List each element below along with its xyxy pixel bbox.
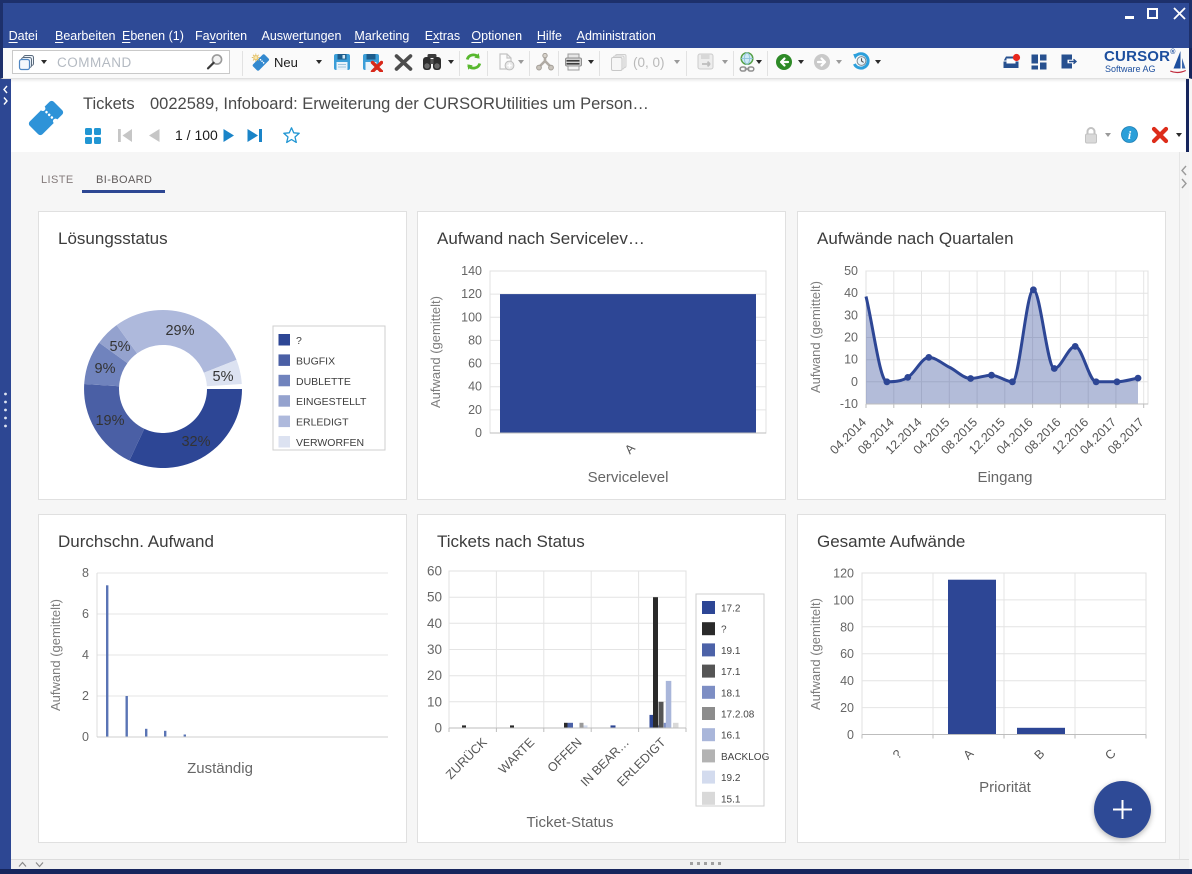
svg-text:30: 30 bbox=[427, 642, 442, 657]
svg-text:Zuständig: Zuständig bbox=[187, 760, 253, 777]
svg-text:40: 40 bbox=[427, 616, 442, 631]
svg-text:100: 100 bbox=[461, 310, 482, 324]
svg-text:A: A bbox=[622, 441, 638, 457]
svg-text:Ticket-Status: Ticket-Status bbox=[527, 814, 614, 831]
svg-text:60: 60 bbox=[840, 647, 854, 661]
svg-text:40: 40 bbox=[840, 674, 854, 688]
svg-text:17.2.08: 17.2.08 bbox=[721, 710, 755, 721]
svg-text:DUBLETTE: DUBLETTE bbox=[296, 376, 351, 388]
svg-text:0: 0 bbox=[434, 721, 442, 736]
svg-text:Aufwand (gemittelt): Aufwand (gemittelt) bbox=[48, 599, 63, 711]
svg-text:4: 4 bbox=[82, 648, 89, 662]
svg-text:Aufwand (gemittelt): Aufwand (gemittelt) bbox=[428, 296, 443, 408]
svg-text:0: 0 bbox=[475, 426, 482, 440]
svg-text:0: 0 bbox=[847, 728, 854, 742]
svg-text:OFFEN: OFFEN bbox=[545, 735, 585, 775]
svg-text:19%: 19% bbox=[95, 413, 124, 429]
svg-text:A: A bbox=[961, 746, 977, 762]
svg-text:20: 20 bbox=[840, 701, 854, 715]
svg-text:Priorität: Priorität bbox=[979, 779, 1032, 796]
svg-text:19.1: 19.1 bbox=[721, 646, 741, 657]
svg-text:140: 140 bbox=[461, 264, 482, 278]
svg-text:-10: -10 bbox=[840, 397, 858, 411]
svg-text:17.1: 17.1 bbox=[721, 667, 741, 678]
svg-text:16.1: 16.1 bbox=[721, 731, 741, 742]
svg-text:10: 10 bbox=[427, 694, 442, 709]
svg-text:9%: 9% bbox=[95, 361, 116, 377]
svg-text:18.1: 18.1 bbox=[721, 688, 741, 699]
svg-text:32%: 32% bbox=[181, 434, 210, 450]
svg-text:15.1: 15.1 bbox=[721, 794, 741, 805]
svg-text:20: 20 bbox=[427, 668, 442, 683]
svg-text:C: C bbox=[1102, 746, 1118, 762]
svg-text:ERLEDIGT: ERLEDIGT bbox=[296, 417, 349, 429]
svg-text:?: ? bbox=[721, 625, 727, 636]
svg-text:Servicelevel: Servicelevel bbox=[588, 469, 669, 486]
svg-text:5%: 5% bbox=[110, 339, 131, 355]
svg-text:8: 8 bbox=[82, 566, 89, 580]
svg-text:Aufwand (gemittelt): Aufwand (gemittelt) bbox=[808, 598, 823, 710]
svg-text:50: 50 bbox=[427, 590, 442, 605]
svg-text:50: 50 bbox=[844, 264, 858, 278]
svg-text:120: 120 bbox=[461, 287, 482, 301]
svg-text:0: 0 bbox=[82, 730, 89, 744]
svg-text:ZURÜCK: ZURÜCK bbox=[443, 735, 490, 782]
svg-text:BACKLOG: BACKLOG bbox=[721, 752, 770, 763]
svg-text:VERWORFEN: VERWORFEN bbox=[296, 437, 364, 449]
svg-text:5%: 5% bbox=[213, 369, 234, 385]
svg-text:0: 0 bbox=[851, 375, 858, 389]
svg-text:Eingang: Eingang bbox=[977, 469, 1032, 486]
svg-text:?: ? bbox=[890, 747, 905, 762]
svg-text:29%: 29% bbox=[165, 323, 194, 339]
svg-text:120: 120 bbox=[833, 567, 854, 581]
svg-text:80: 80 bbox=[468, 333, 482, 347]
svg-text:17.2: 17.2 bbox=[721, 604, 741, 615]
svg-text:B: B bbox=[1032, 747, 1048, 763]
svg-text:WARTE: WARTE bbox=[496, 735, 537, 776]
svg-text:80: 80 bbox=[840, 620, 854, 634]
svg-text:60: 60 bbox=[427, 564, 442, 579]
svg-text:BUGFIX: BUGFIX bbox=[296, 355, 335, 367]
svg-text:Aufwand (gemittelt): Aufwand (gemittelt) bbox=[808, 281, 823, 393]
svg-text:?: ? bbox=[296, 335, 302, 347]
svg-text:30: 30 bbox=[844, 308, 858, 322]
svg-text:60: 60 bbox=[468, 357, 482, 371]
svg-text:6: 6 bbox=[82, 607, 89, 621]
svg-text:40: 40 bbox=[468, 380, 482, 394]
svg-text:20: 20 bbox=[844, 331, 858, 345]
svg-text:100: 100 bbox=[833, 593, 854, 607]
svg-text:EINGESTELLT: EINGESTELLT bbox=[296, 396, 367, 408]
svg-text:2: 2 bbox=[82, 689, 89, 703]
svg-text:10: 10 bbox=[844, 353, 858, 367]
svg-text:40: 40 bbox=[844, 286, 858, 300]
svg-text:19.2: 19.2 bbox=[721, 773, 741, 784]
svg-text:20: 20 bbox=[468, 403, 482, 417]
